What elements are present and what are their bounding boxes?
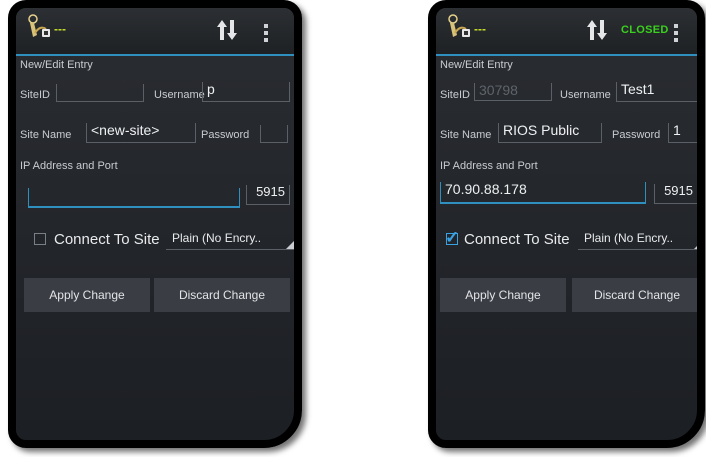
dropdown-triangle-icon: [694, 241, 697, 249]
siteid-label: SiteID: [20, 89, 50, 101]
connect-checkbox[interactable]: [34, 233, 46, 245]
overflow-menu-icon[interactable]: [264, 24, 269, 45]
port-field[interactable]: 5915: [246, 185, 290, 205]
sitename-label: Site Name: [440, 129, 492, 141]
siteid-label: SiteID: [440, 89, 470, 101]
app-logo-icon: [28, 14, 50, 37]
encryption-dropdown[interactable]: Plain (No Encry..: [166, 228, 294, 250]
sort-arrows-icon[interactable]: [216, 18, 238, 42]
connect-label[interactable]: Connect To Site: [464, 231, 570, 248]
port-field[interactable]: 5915: [654, 184, 697, 204]
connect-checkbox[interactable]: ✓: [445, 228, 459, 247]
ip-address-field[interactable]: 70.90.88.178: [440, 182, 646, 204]
apply-change-button[interactable]: Apply Change: [440, 278, 566, 312]
section-title: New/Edit Entry: [440, 59, 513, 71]
encryption-dropdown[interactable]: Plain (No Encry..: [578, 228, 697, 250]
ip-label: IP Address and Port: [20, 160, 118, 172]
password-label: Password: [612, 129, 661, 141]
username-field[interactable]: Test1: [616, 82, 697, 102]
connection-status: CLOSED: [621, 24, 669, 36]
discard-change-button[interactable]: Discard Change: [572, 278, 697, 312]
action-bar: --- CLOSED: [436, 8, 697, 56]
sitename-field[interactable]: <new-site>: [86, 123, 196, 143]
username-label: Username: [154, 89, 205, 101]
action-bar: ---: [16, 8, 294, 56]
siteid-field[interactable]: [56, 84, 144, 102]
checkmark-icon: ✓: [445, 228, 460, 247]
password-label: Password: [201, 129, 250, 141]
sitename-field[interactable]: RIOS Public: [498, 123, 602, 143]
apply-change-button[interactable]: Apply Change: [24, 278, 150, 312]
phone-screen-left: --- New/Edit Entry SiteID Username p Sit…: [8, 0, 302, 448]
username-field[interactable]: p: [202, 82, 290, 102]
encryption-value: Plain (No Encry..: [584, 231, 674, 245]
siteid-field[interactable]: 30798: [474, 83, 552, 101]
discard-change-button[interactable]: Discard Change: [154, 278, 290, 312]
siteid-placeholder: 30798: [479, 83, 518, 98]
username-label: Username: [560, 89, 611, 101]
sort-arrows-icon[interactable]: [586, 18, 608, 42]
connect-label[interactable]: Connect To Site: [54, 231, 160, 248]
section-title: New/Edit Entry: [20, 59, 93, 71]
status-indicator: ---: [54, 22, 66, 36]
ip-label: IP Address and Port: [440, 160, 538, 172]
password-field[interactable]: 1: [668, 123, 697, 143]
phone-screen-right: --- CLOSED New/Edit Entry SiteID 30798 U…: [428, 0, 705, 448]
status-indicator: ---: [474, 22, 486, 36]
password-field[interactable]: [260, 125, 288, 143]
dropdown-triangle-icon: [286, 241, 294, 249]
app-logo-icon: [448, 14, 470, 37]
encryption-value: Plain (No Encry..: [172, 231, 262, 245]
sitename-label: Site Name: [20, 129, 72, 141]
ip-address-field[interactable]: [28, 188, 240, 208]
overflow-menu-icon[interactable]: [674, 24, 679, 45]
